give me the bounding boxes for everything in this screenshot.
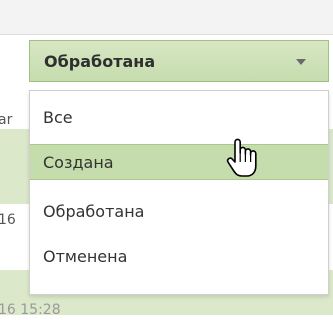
menu-item-processed[interactable]: Обработана <box>30 193 328 229</box>
hand-pointer-icon <box>226 138 257 177</box>
status-select[interactable]: Обработана <box>29 40 329 82</box>
status-select-value: Обработана <box>44 51 156 71</box>
menu-item-created[interactable]: Создана <box>30 144 328 180</box>
status-dropdown-menu: Все Создана Обработана Отменена <box>29 90 329 295</box>
top-bar <box>0 0 333 34</box>
row-timestamp-fragment: 16 15:28 <box>0 302 61 318</box>
top-divider <box>0 34 333 35</box>
menu-item-all[interactable]: Все <box>30 99 328 135</box>
row-text-fragment: ar <box>0 112 13 128</box>
menu-item-cancelled[interactable]: Отменена <box>30 238 328 274</box>
chevron-down-icon[interactable] <box>296 59 306 65</box>
row-text-fragment: 16 <box>0 212 16 228</box>
